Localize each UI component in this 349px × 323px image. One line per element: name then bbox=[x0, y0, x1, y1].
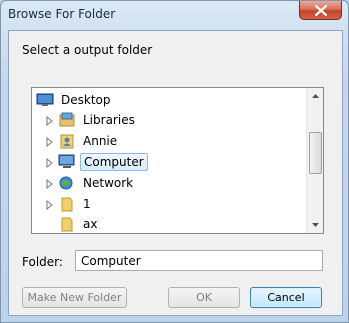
tree-item-computer[interactable]: Computer bbox=[46, 152, 148, 172]
tree-item-folder-1[interactable]: 1 bbox=[46, 194, 94, 214]
folder-input[interactable] bbox=[75, 250, 323, 271]
tree-item-label: 1 bbox=[83, 197, 91, 211]
folder-icon bbox=[58, 216, 76, 232]
expand-arrow-icon[interactable] bbox=[46, 136, 54, 148]
vertical-scrollbar[interactable] bbox=[306, 88, 323, 233]
close-button[interactable] bbox=[299, 1, 342, 20]
window-title: Browse For Folder bbox=[8, 7, 116, 21]
tree-item-desktop[interactable]: Desktop bbox=[36, 90, 114, 110]
tree-item-label: ax bbox=[83, 217, 98, 231]
network-icon bbox=[58, 175, 76, 191]
cancel-button[interactable]: Cancel bbox=[250, 287, 322, 308]
chevron-down-icon bbox=[311, 223, 319, 227]
dialog-window: Browse For Folder Select a output folder… bbox=[0, 0, 349, 323]
expand-arrow-icon[interactable] bbox=[46, 178, 54, 190]
desktop-icon bbox=[36, 92, 54, 108]
tree-item-libraries[interactable]: Libraries bbox=[46, 110, 138, 130]
folder-icon bbox=[58, 196, 76, 212]
tree-item-label: Computer bbox=[80, 153, 148, 171]
tree-item-folder-ax[interactable]: ax bbox=[58, 214, 100, 233]
tree-item-annie[interactable]: Annie bbox=[46, 131, 120, 151]
tree-item-label: Libraries bbox=[83, 113, 135, 127]
close-icon bbox=[314, 4, 327, 16]
folder-label: Folder: bbox=[22, 255, 63, 269]
tree-item-label: Desktop bbox=[61, 93, 111, 107]
expand-arrow-icon[interactable] bbox=[46, 115, 54, 127]
expand-arrow-icon[interactable] bbox=[46, 199, 54, 211]
expand-arrow-icon[interactable] bbox=[46, 157, 54, 169]
chevron-up-icon bbox=[311, 94, 319, 98]
tree-item-label: Annie bbox=[83, 134, 118, 148]
ok-button[interactable]: OK bbox=[168, 287, 240, 308]
library-icon bbox=[58, 112, 76, 128]
scroll-down-button[interactable] bbox=[307, 217, 323, 233]
user-folder-icon bbox=[58, 133, 76, 149]
scroll-up-button[interactable] bbox=[307, 88, 323, 104]
folder-tree[interactable]: Desktop Libraries Annie Computer Network… bbox=[31, 87, 324, 234]
tree-item-network[interactable]: Network bbox=[46, 173, 136, 193]
dialog-prompt: Select a output folder bbox=[22, 43, 153, 57]
computer-icon bbox=[58, 154, 76, 170]
scrollbar-thumb[interactable] bbox=[309, 132, 322, 174]
dialog-client: Select a output folder Desktop Libraries… bbox=[8, 30, 343, 316]
make-new-folder-button[interactable]: Make New Folder bbox=[22, 287, 127, 308]
tree-item-label: Network bbox=[83, 176, 134, 190]
